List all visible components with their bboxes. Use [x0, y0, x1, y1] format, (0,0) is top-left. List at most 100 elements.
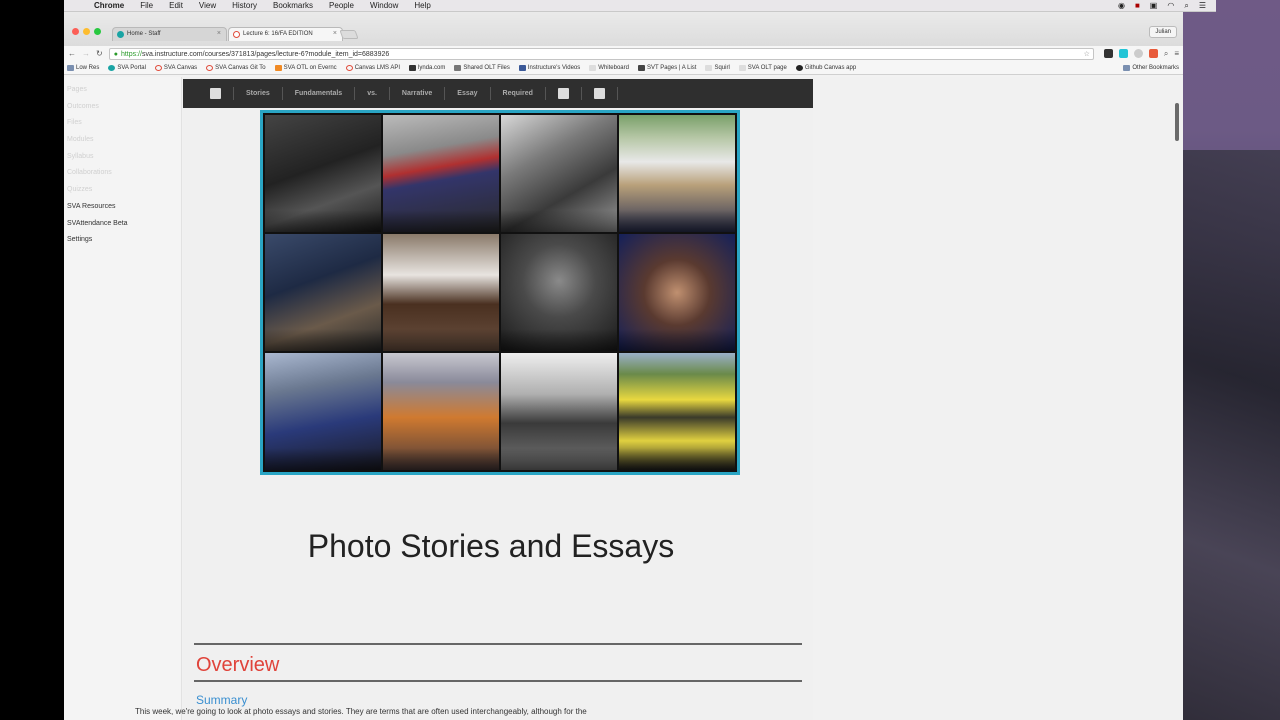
menu-help[interactable]: Help — [406, 1, 438, 10]
bookmark-item[interactable]: Shared OLT Files — [454, 64, 510, 71]
photo-thumbnail[interactable] — [383, 353, 499, 470]
scrollbar-thumb[interactable] — [1175, 103, 1179, 141]
folder-icon — [1123, 64, 1131, 71]
minimize-window-button[interactable] — [83, 28, 90, 35]
menu-people[interactable]: People — [321, 1, 362, 10]
bookmark-label: Github Canvas app — [804, 64, 857, 71]
url-text: sva.instructure.com/courses/371813/pages… — [141, 50, 390, 58]
menu-history[interactable]: History — [224, 1, 265, 10]
photo-nav-item[interactable] — [198, 87, 234, 100]
folder-icon — [67, 64, 74, 71]
photo-grid — [260, 110, 740, 475]
search-icon[interactable]: ⌕ — [1184, 1, 1188, 11]
close-icon[interactable]: × — [217, 30, 221, 37]
new-tab-button[interactable] — [339, 30, 359, 39]
reload-icon[interactable]: ↻ — [96, 49, 103, 58]
tab-home-staff[interactable]: Home - Staff × — [112, 27, 227, 41]
photo-overlay — [619, 329, 735, 351]
photo-thumbnail[interactable] — [383, 234, 499, 351]
bookmark-label: SVA Canvas — [163, 64, 198, 71]
photo-nav-item[interactable]: Stories — [234, 87, 283, 100]
bookmark-item[interactable]: SVA OLT page — [738, 64, 787, 71]
extension-icon[interactable] — [1103, 49, 1113, 58]
photo-thumbnail[interactable] — [501, 353, 617, 470]
bookmark-item[interactable]: Low Res — [67, 64, 99, 71]
canvas-favicon-icon — [117, 31, 124, 38]
scrollbar[interactable] — [1172, 77, 1183, 720]
square-icon — [210, 87, 221, 99]
back-icon[interactable]: ← — [68, 49, 76, 58]
bookmark-item[interactable]: SVA Portal — [108, 64, 146, 71]
menu-icon[interactable]: ≡ — [1174, 49, 1179, 58]
course-nav-item[interactable]: SVA Resources — [64, 203, 181, 220]
forward-icon[interactable]: → — [82, 49, 90, 58]
photo-overlay — [383, 210, 499, 232]
zoom-window-button[interactable] — [94, 28, 101, 35]
square-icon — [593, 87, 605, 99]
photo-thumbnail[interactable] — [265, 234, 381, 351]
course-nav-item[interactable]: Collaborations — [64, 169, 181, 186]
course-nav-item[interactable]: Modules — [64, 136, 181, 153]
menu-window[interactable]: Window — [362, 1, 406, 10]
bookmark-item[interactable]: SVA OTL on Evernc — [274, 64, 337, 71]
bookmark-item[interactable]: Instructure's Videos — [518, 64, 580, 71]
extension-icon[interactable] — [1148, 49, 1158, 58]
photo-overlay — [265, 210, 381, 232]
photo-overlay — [501, 448, 617, 470]
photo-thumbnail[interactable] — [265, 115, 381, 232]
menu-bookmarks[interactable]: Bookmarks — [265, 1, 321, 10]
photo-thumbnail[interactable] — [383, 115, 499, 232]
course-nav-item[interactable]: Syllabus — [64, 153, 181, 170]
wallpaper-rock — [1183, 150, 1280, 720]
photo-nav-item[interactable]: Required — [491, 87, 546, 100]
menu-edit[interactable]: Edit — [161, 1, 191, 10]
other-bookmarks[interactable]: Other Bookmarks — [1123, 64, 1179, 71]
search-icon[interactable]: ⌕ — [1164, 49, 1168, 59]
notifications-icon[interactable]: ☰ — [1199, 1, 1206, 11]
photo-thumbnail[interactable] — [619, 115, 735, 232]
bookmark-item[interactable]: SVT Pages | A List — [637, 64, 697, 71]
course-nav-item[interactable]: Files — [64, 119, 181, 136]
course-nav-item[interactable]: Quizzes — [64, 186, 181, 203]
status-icon[interactable]: ▣ — [1150, 1, 1158, 11]
bookmark-item[interactable]: Whiteboard — [589, 64, 629, 71]
photo-nav-item[interactable]: Fundamentals — [283, 87, 356, 100]
menu-chrome[interactable]: Chrome — [86, 1, 132, 10]
bookmark-item[interactable]: lynda.com — [409, 64, 445, 71]
bookmark-star-icon[interactable]: ☆ — [1084, 49, 1090, 60]
extension-icon[interactable] — [1118, 49, 1128, 58]
close-window-button[interactable] — [72, 28, 79, 35]
bookmark-item[interactable]: SVA Canvas Git To — [206, 64, 266, 71]
photo-nav-item[interactable]: Essay — [445, 87, 491, 100]
course-nav-item[interactable]: SVAttendance Beta — [64, 220, 181, 237]
photo-nav-item[interactable] — [582, 87, 618, 100]
photo-nav-item[interactable]: Narrative — [390, 87, 446, 100]
tab-lecture-6[interactable]: Lecture 6: 16/FA EDITION × — [228, 27, 343, 41]
close-icon[interactable]: × — [333, 30, 337, 37]
photo-thumbnail[interactable] — [619, 234, 735, 351]
status-icon[interactable]: ■ — [1135, 1, 1140, 11]
photo-thumbnail[interactable] — [501, 234, 617, 351]
photo-thumbnail[interactable] — [619, 353, 735, 470]
bookmark-label: SVT Pages | A List — [646, 64, 697, 71]
photo-thumbnail[interactable] — [265, 353, 381, 470]
bookmark-item[interactable]: SVA Canvas — [154, 64, 198, 71]
menu-view[interactable]: View — [191, 1, 224, 10]
course-nav-item[interactable]: Settings — [64, 236, 181, 253]
wifi-icon[interactable]: ◠ — [1167, 1, 1174, 11]
photo-overlay — [383, 329, 499, 351]
address-bar[interactable]: ● https://sva.instructure.com/courses/371… — [108, 47, 1094, 60]
status-icon[interactable]: ◉ — [1118, 1, 1125, 11]
course-nav-item[interactable]: Pages — [64, 86, 181, 103]
bookmark-item[interactable]: Squirl — [705, 64, 730, 71]
bookmark-item[interactable]: Canvas LMS API — [345, 64, 400, 71]
photo-nav-item[interactable]: vs. — [355, 87, 390, 100]
bookmark-item[interactable]: Github Canvas app — [795, 64, 857, 71]
photo-nav-item[interactable] — [546, 87, 582, 100]
profile-button[interactable]: Julian — [1149, 26, 1177, 38]
extension-icon[interactable] — [1133, 49, 1143, 58]
page-icon — [589, 64, 597, 71]
course-nav-item[interactable]: Outcomes — [64, 103, 181, 120]
photo-thumbnail[interactable] — [501, 115, 617, 232]
menu-file[interactable]: File — [132, 1, 161, 10]
